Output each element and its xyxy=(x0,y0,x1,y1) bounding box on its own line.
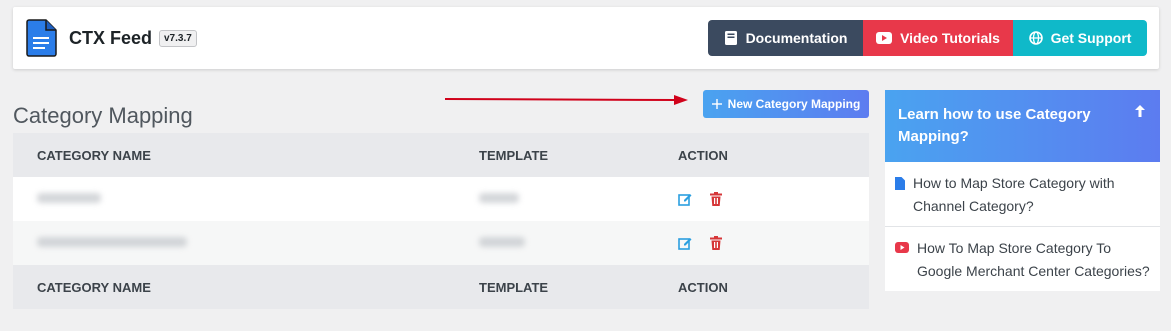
header-bar: CTX Feed v7.3.7 Documentation Video Tuto… xyxy=(13,7,1159,69)
edit-icon[interactable] xyxy=(678,192,692,206)
arrow-up-icon[interactable] xyxy=(1134,104,1146,118)
video-tutorials-button[interactable]: Video Tutorials xyxy=(863,20,1013,56)
blurred-category-name xyxy=(37,193,101,203)
ctx-feed-logo-icon xyxy=(25,19,57,62)
footer-category-name: CATEGORY NAME xyxy=(37,279,151,295)
youtube-icon xyxy=(895,242,909,253)
table-row xyxy=(13,221,869,265)
sidebar-link-doc[interactable]: How to Map Store Category with Channel C… xyxy=(885,162,1160,226)
learn-sidebar: Learn how to use Category Mapping? How t… xyxy=(885,90,1160,291)
column-header-category-name: CATEGORY NAME xyxy=(37,147,151,163)
delete-icon[interactable] xyxy=(710,192,722,206)
documentation-button[interactable]: Documentation xyxy=(708,20,863,56)
table-footer: CATEGORY NAME TEMPLATE ACTION xyxy=(13,265,869,309)
documentation-label: Documentation xyxy=(745,30,848,46)
column-header-template: TEMPLATE xyxy=(479,147,549,163)
book-icon xyxy=(724,31,737,45)
blurred-template xyxy=(479,193,519,203)
header-buttons: Documentation Video Tutorials Get Suppor… xyxy=(708,20,1147,56)
sidebar-link-label: How To Map Store Category To Google Merc… xyxy=(917,240,1150,279)
footer-template: TEMPLATE xyxy=(479,279,549,295)
blurred-category-name xyxy=(37,237,187,247)
sidebar-links: How to Map Store Category with Channel C… xyxy=(885,162,1160,291)
page-title: Category Mapping xyxy=(13,103,193,128)
youtube-icon xyxy=(876,32,893,44)
video-tutorials-label: Video Tutorials xyxy=(900,30,1000,46)
brand-name: CTX Feed xyxy=(69,28,153,48)
sidebar-title: Learn how to use Category Mapping? xyxy=(898,106,1091,145)
get-support-button[interactable]: Get Support xyxy=(1013,20,1147,56)
edit-icon[interactable] xyxy=(678,236,692,250)
version-badge: v7.3.7 xyxy=(159,30,197,47)
red-arrow-annotation xyxy=(444,95,688,105)
category-mapping-table: CATEGORY NAME TEMPLATE ACTION CATEGORY N… xyxy=(13,133,869,309)
table-row xyxy=(13,177,869,221)
sidebar-link-label: How to Map Store Category with Channel C… xyxy=(913,175,1115,214)
table-header: CATEGORY NAME TEMPLATE ACTION xyxy=(13,133,869,177)
plus-icon xyxy=(711,99,722,109)
sidebar-link-video[interactable]: How To Map Store Category To Google Merc… xyxy=(885,226,1160,291)
sidebar-header[interactable]: Learn how to use Category Mapping? xyxy=(885,90,1160,162)
new-category-mapping-button[interactable]: New Category Mapping xyxy=(703,90,869,118)
column-header-action: ACTION xyxy=(678,147,728,163)
globe-icon xyxy=(1028,31,1043,45)
get-support-label: Get Support xyxy=(1050,30,1132,46)
blurred-template xyxy=(479,237,525,247)
delete-icon[interactable] xyxy=(710,236,722,250)
new-category-mapping-label: New Category Mapping xyxy=(727,97,861,111)
footer-action: ACTION xyxy=(678,279,728,295)
document-icon xyxy=(895,177,905,190)
